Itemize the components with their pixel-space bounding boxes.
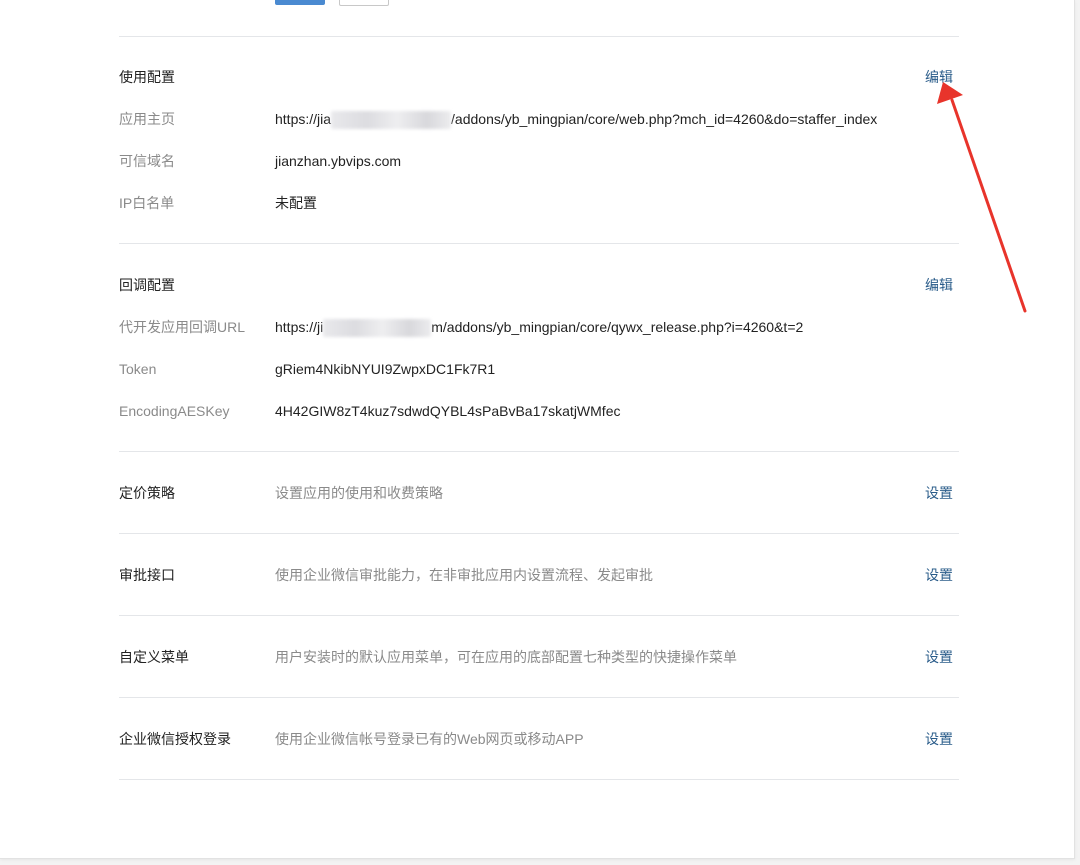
custom-menu-settings-link[interactable]: 设置 (925, 648, 953, 666)
token-label: Token (119, 361, 157, 377)
app-config-panel: 使用配置 编辑 应用主页 https://jia/addons/yb_mingp… (0, 0, 1075, 859)
divider (119, 451, 959, 452)
divider (119, 697, 959, 698)
usage-config-title: 使用配置 (119, 69, 175, 85)
approval-desc: 使用企业微信审批能力，在非审批应用内设置流程、发起审批 (275, 567, 653, 583)
approval-settings-link[interactable]: 设置 (925, 566, 953, 584)
save-button[interactable] (275, 0, 325, 5)
divider (119, 243, 959, 244)
callback-url-label: 代开发应用回调URL (119, 319, 246, 335)
divider (119, 533, 959, 534)
callback-config-edit-link[interactable]: 编辑 (925, 276, 953, 294)
ip-whitelist-label: IP白名单 (119, 195, 175, 211)
callback-url-value: https://ji m/addons/yb_mingpian/core/qywx… (275, 318, 804, 338)
pricing-desc: 设置应用的使用和收费策略 (275, 485, 443, 501)
trusted-domain-label: 可信域名 (119, 153, 175, 169)
callback-url-suffix: m/addons/yb_mingpian/core/qywx_release.p… (431, 319, 804, 335)
wecom-login-settings-link[interactable]: 设置 (925, 730, 953, 748)
encoding-aes-key-label: EncodingAESKey (119, 403, 230, 419)
app-homepage-url-prefix: https://jia (275, 111, 332, 127)
redacted-region (331, 111, 452, 130)
app-homepage-label: 应用主页 (119, 111, 175, 127)
token-value: gRiem4NkibNYUI9ZwpxDC1Fk7R1 (275, 361, 496, 377)
trusted-domain-value: jianzhan.ybvips.com (275, 153, 402, 169)
custom-menu-desc: 用户安装时的默认应用菜单，可在应用的底部配置七种类型的快捷操作菜单 (275, 649, 737, 665)
ip-whitelist-value: 未配置 (275, 195, 317, 211)
app-homepage-value: https://jia/addons/yb_mingpian/core/web.… (275, 110, 878, 130)
divider (119, 779, 959, 780)
app-homepage-url-suffix: /addons/yb_mingpian/core/web.php?mch_id=… (451, 111, 878, 127)
callback-config-title: 回调配置 (119, 277, 175, 293)
wecom-login-desc: 使用企业微信帐号登录已有的Web网页或移动APP (275, 731, 584, 747)
custom-menu-title: 自定义菜单 (119, 649, 189, 665)
divider (119, 36, 959, 37)
pricing-title: 定价策略 (119, 485, 175, 501)
callback-url-prefix: https://ji (275, 319, 324, 335)
cancel-button[interactable] (339, 0, 389, 6)
divider (119, 615, 959, 616)
pricing-settings-link[interactable]: 设置 (925, 484, 953, 502)
approval-title: 审批接口 (119, 567, 175, 583)
usage-config-edit-link[interactable]: 编辑 (925, 68, 953, 86)
encoding-aes-key-value: 4H42GIW8zT4kuz7sdwdQYBL4sPaBvBa17skatjWM… (275, 403, 621, 419)
redacted-region (323, 319, 432, 338)
wecom-login-title: 企业微信授权登录 (119, 731, 231, 747)
